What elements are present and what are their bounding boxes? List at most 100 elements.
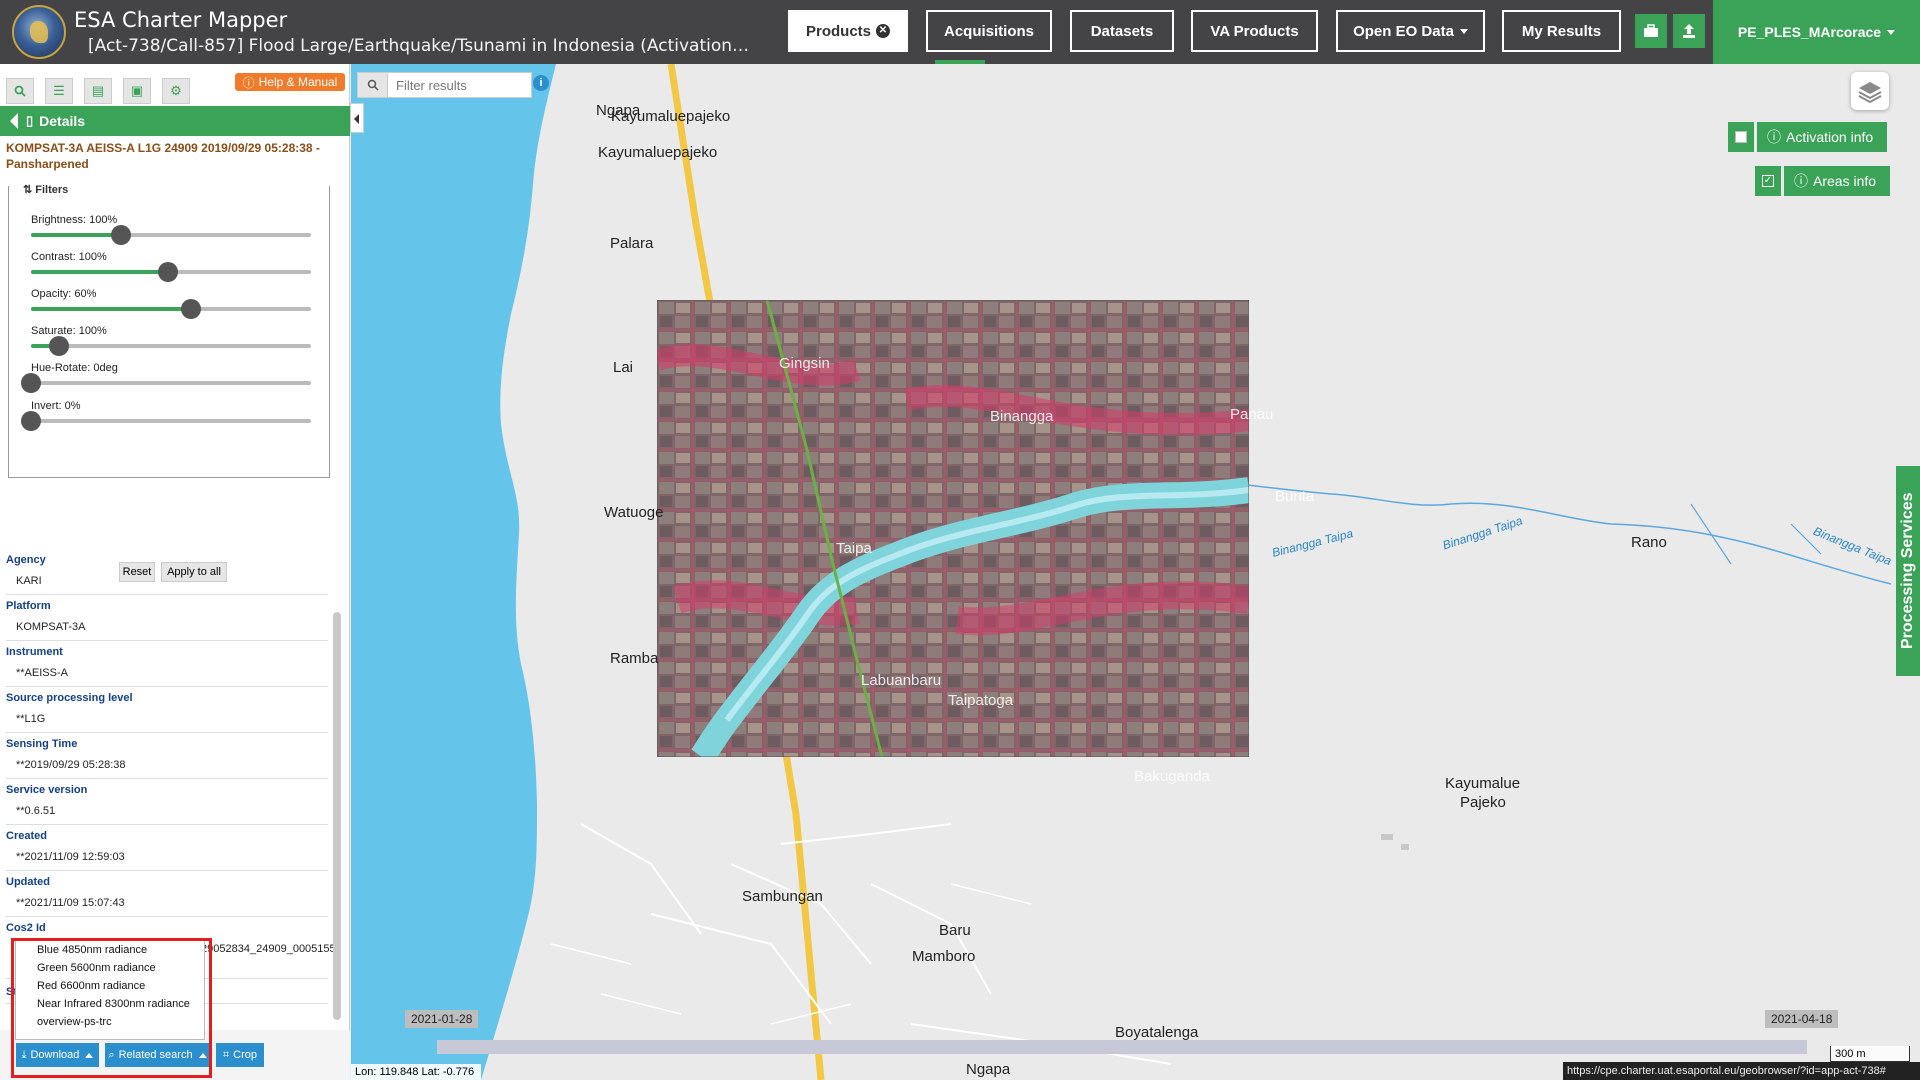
nav-products[interactable]: Products ✕ [788,10,908,52]
metadata-item: Source processing level **L1G [6,692,328,733]
crop-button[interactable]: ⌗ Crop [216,1043,264,1067]
search-icon[interactable] [358,73,388,97]
slider-handle[interactable] [21,411,41,431]
metadata-label: Agency [6,554,46,566]
image-label: Taipatoga [948,692,1014,709]
details-label: Details [39,113,86,129]
info-icon[interactable]: i [533,75,549,91]
activation-info-toggle[interactable]: ⓘ Activation info [1728,122,1888,152]
metadata-item: Created **2021/11/09 12:59:03 [6,830,328,871]
slider-handle[interactable] [21,373,41,393]
nav-my-results-label: My Results [1521,22,1602,40]
nav-va-products-label: VA Products [1210,22,1299,40]
filter-results-box [357,72,532,98]
map-label: Kayumalue [1445,775,1521,792]
areas-info-button[interactable]: ⓘ Areas info [1784,166,1891,196]
timeline-slider[interactable] [437,1040,1807,1054]
slider-handle[interactable] [49,336,69,356]
metadata-label: Source processing level [6,692,133,704]
nav-open-eo-data[interactable]: Open EO Data [1336,10,1485,52]
esa-charter-logo[interactable] [12,5,66,59]
filter-slider[interactable]: Saturate: 100% [31,325,321,356]
metadata-item: Updated **2021/11/09 15:07:43 [6,876,328,917]
nav-va-products[interactable]: VA Products [1191,10,1318,52]
slider-track[interactable] [21,373,311,393]
nav-acquisitions-label: Acquisitions [943,22,1034,40]
back-arrow-icon[interactable] [10,113,18,129]
processing-services-label: Processing Services [1899,492,1916,650]
filters-label: Filters [35,184,69,196]
user-name: PE_PLES_MArcorace [1737,24,1882,40]
slider-track[interactable] [31,336,311,356]
map-label: Ngapa [596,102,641,119]
divider [6,732,328,733]
help-manual-label: Help & Manual [258,75,338,89]
basket-icon[interactable]: ▤ [84,78,112,104]
metadata-label: Cos2 Id [6,922,46,934]
metadata-item: Sensing Time **2019/09/29 05:28:38 [6,738,328,779]
upload-icon[interactable] [1673,14,1705,48]
map-label: Ngapa [966,1061,1011,1078]
filter-slider[interactable]: Invert: 0% [21,400,321,431]
slider-track[interactable] [21,411,311,431]
scrollbar[interactable] [333,612,341,1020]
metadata-label: Created [6,830,47,842]
nav-my-results[interactable]: My Results [1502,10,1621,52]
close-icon[interactable]: ✕ [876,24,890,38]
nav-datasets[interactable]: Datasets [1070,10,1174,52]
metadata-label: Service version [6,784,88,796]
status-url: https://cpe.charter.uat.esaportal.eu/geo… [1563,1062,1920,1080]
areas-info-checkbox[interactable]: ✓ [1755,166,1781,196]
filter-slider[interactable]: Brightness: 100% [31,214,321,245]
map-label: Watuoge [604,504,664,521]
areas-info-label: Areas info [1813,173,1877,189]
nav-acquisitions[interactable]: Acquisitions [926,10,1052,52]
search-icon[interactable] [6,78,34,104]
chevron-down-icon [1887,29,1896,35]
metadata-value: **2021/11/09 12:59:03 [16,851,125,863]
image-label: Panau [1230,406,1274,423]
metadata-item: Agency KARI [6,554,328,595]
slider-fill [31,270,169,274]
slider-label: Brightness: 100% [31,214,118,226]
metadata-value: **0.6.51 [16,805,56,817]
archive-icon[interactable]: ▣ [123,78,151,104]
filter-slider[interactable]: Contrast: 100% [31,251,321,282]
map-label: Palara [610,235,654,252]
slider-handle[interactable] [110,225,131,245]
areas-info-toggle[interactable]: ✓ ⓘ Areas info [1755,166,1891,196]
slider-handle[interactable] [158,262,179,282]
crop-icon: ⌗ [222,1048,230,1061]
metadata-value: **AEISS-A [16,667,68,679]
filter-slider[interactable]: Opacity: 60% [31,288,321,319]
slider-track[interactable] [31,225,311,245]
metadata-item: Instrument **AEISS-A [6,646,328,687]
map-label: Pajeko [1460,794,1506,811]
image-label: Binangga [990,408,1054,425]
activation-info-button[interactable]: ⓘ Activation info [1757,122,1888,152]
slider-track[interactable] [31,262,311,282]
divider [6,640,328,641]
filter-slider[interactable]: Hue-Rotate: 0deg [21,362,321,393]
slider-handle[interactable] [180,299,201,319]
briefcase-icon[interactable] [1635,14,1667,48]
list-icon[interactable]: ☰ [45,78,73,104]
map-label: Mamboro [912,948,976,965]
metadata-value: **2019/09/29 05:28:38 [16,759,126,771]
metadata-label: Platform [6,600,51,612]
user-menu[interactable]: PE_PLES_MArcorace [1713,0,1920,64]
processing-services-tab[interactable]: Processing Services [1896,466,1920,676]
help-manual-button[interactable]: ⓘ Help & Manual [235,73,345,91]
slider-track[interactable] [31,299,311,319]
map-label: Kayumaluepajeko [598,144,718,161]
collapse-panel-button[interactable] [350,103,364,133]
map-view[interactable]: Kayumaluepajeko Ngapa Kayumaluepajeko Pa… [351,64,1920,1080]
layers-icon[interactable] [1851,72,1889,110]
filter-results-input[interactable] [388,74,528,96]
gear-icon[interactable]: ⚙ [162,78,190,104]
metadata-value: **2021/11/09 15:07:43 [16,897,125,909]
slider-label: Contrast: 100% [31,251,107,263]
activation-info-checkbox[interactable] [1728,122,1754,152]
filters-legend: ⇅ Filters [23,183,68,196]
slider-label: Saturate: 100% [31,325,107,337]
